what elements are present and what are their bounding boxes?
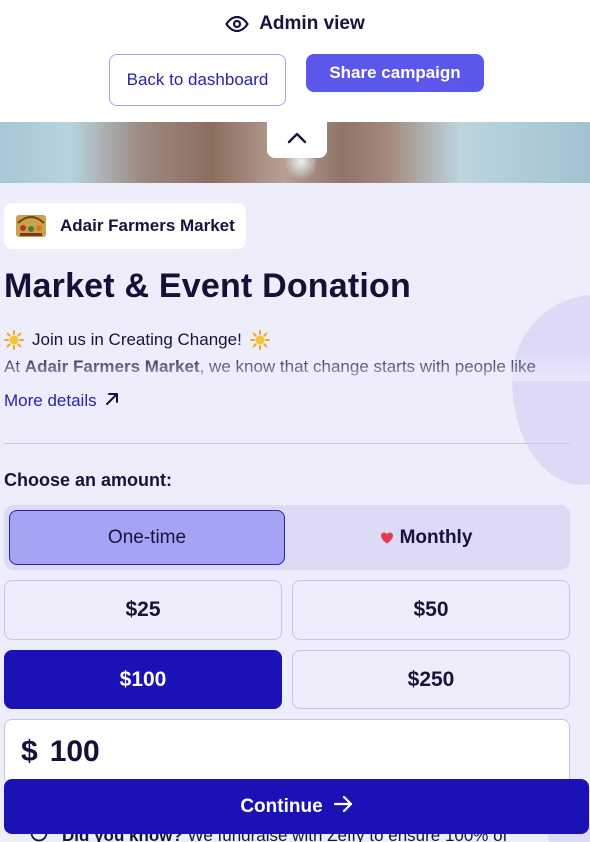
one-time-label: One-time [107, 526, 187, 548]
chevron-up-icon [287, 131, 307, 149]
decorative-blob [512, 295, 590, 485]
admin-view-indicator: Admin view [0, 10, 590, 38]
amount-option-25[interactable]: $25 [4, 580, 282, 640]
arrow-up-right-icon [105, 391, 119, 411]
campaign-intro: Join us in Creating Change! [4, 330, 270, 350]
eye-icon [225, 12, 249, 36]
continue-label: Continue [240, 795, 323, 817]
amount-option-50[interactable]: $50 [292, 580, 570, 640]
admin-view-label: Admin view [259, 13, 365, 34]
amount-option-250[interactable]: $250 [292, 650, 570, 709]
campaign-intro-text: Join us in Creating Change! [32, 330, 242, 349]
organization-logo [14, 209, 48, 243]
monthly-option[interactable]: Monthly [287, 510, 565, 565]
more-details-link[interactable]: More details [4, 391, 119, 411]
heart-icon [380, 531, 394, 545]
continue-button[interactable]: Continue [4, 779, 589, 834]
arrow-right-icon [333, 795, 353, 818]
custom-amount-field[interactable]: $ [4, 719, 570, 785]
description-prefix: At [4, 357, 25, 376]
sun-emoji-icon [4, 330, 24, 350]
campaign-form-panel: Adair Farmers Market Market & Event Dona… [0, 183, 590, 842]
organization-chip[interactable]: Adair Farmers Market [4, 203, 246, 249]
sun-emoji-icon [249, 330, 270, 350]
admin-bar: Admin view Back to dashboard Share campa… [0, 0, 590, 122]
custom-amount-input[interactable] [49, 735, 450, 769]
campaign-description: At Adair Farmers Market, we know that ch… [4, 357, 570, 379]
description-org-name: Adair Farmers Market [24, 357, 200, 376]
currency-symbol: $ [21, 735, 38, 768]
frequency-toggle: One-time Monthly [4, 505, 570, 570]
more-details-label: More details [4, 391, 97, 410]
choose-amount-label: Choose an amount: [4, 470, 173, 490]
organization-name: Adair Farmers Market [60, 216, 235, 235]
amount-option-100[interactable]: $100 [4, 650, 282, 709]
one-time-option[interactable]: One-time [9, 510, 285, 565]
campaign-title: Market & Event Donation [4, 267, 411, 305]
section-divider [4, 443, 570, 444]
back-to-dashboard-button[interactable]: Back to dashboard [109, 54, 286, 106]
collapse-banner-button[interactable] [267, 122, 327, 158]
monthly-label: Monthly [399, 526, 473, 548]
share-campaign-button[interactable]: Share campaign [306, 54, 484, 92]
description-suffix: , we know that change starts with people… [199, 357, 537, 376]
